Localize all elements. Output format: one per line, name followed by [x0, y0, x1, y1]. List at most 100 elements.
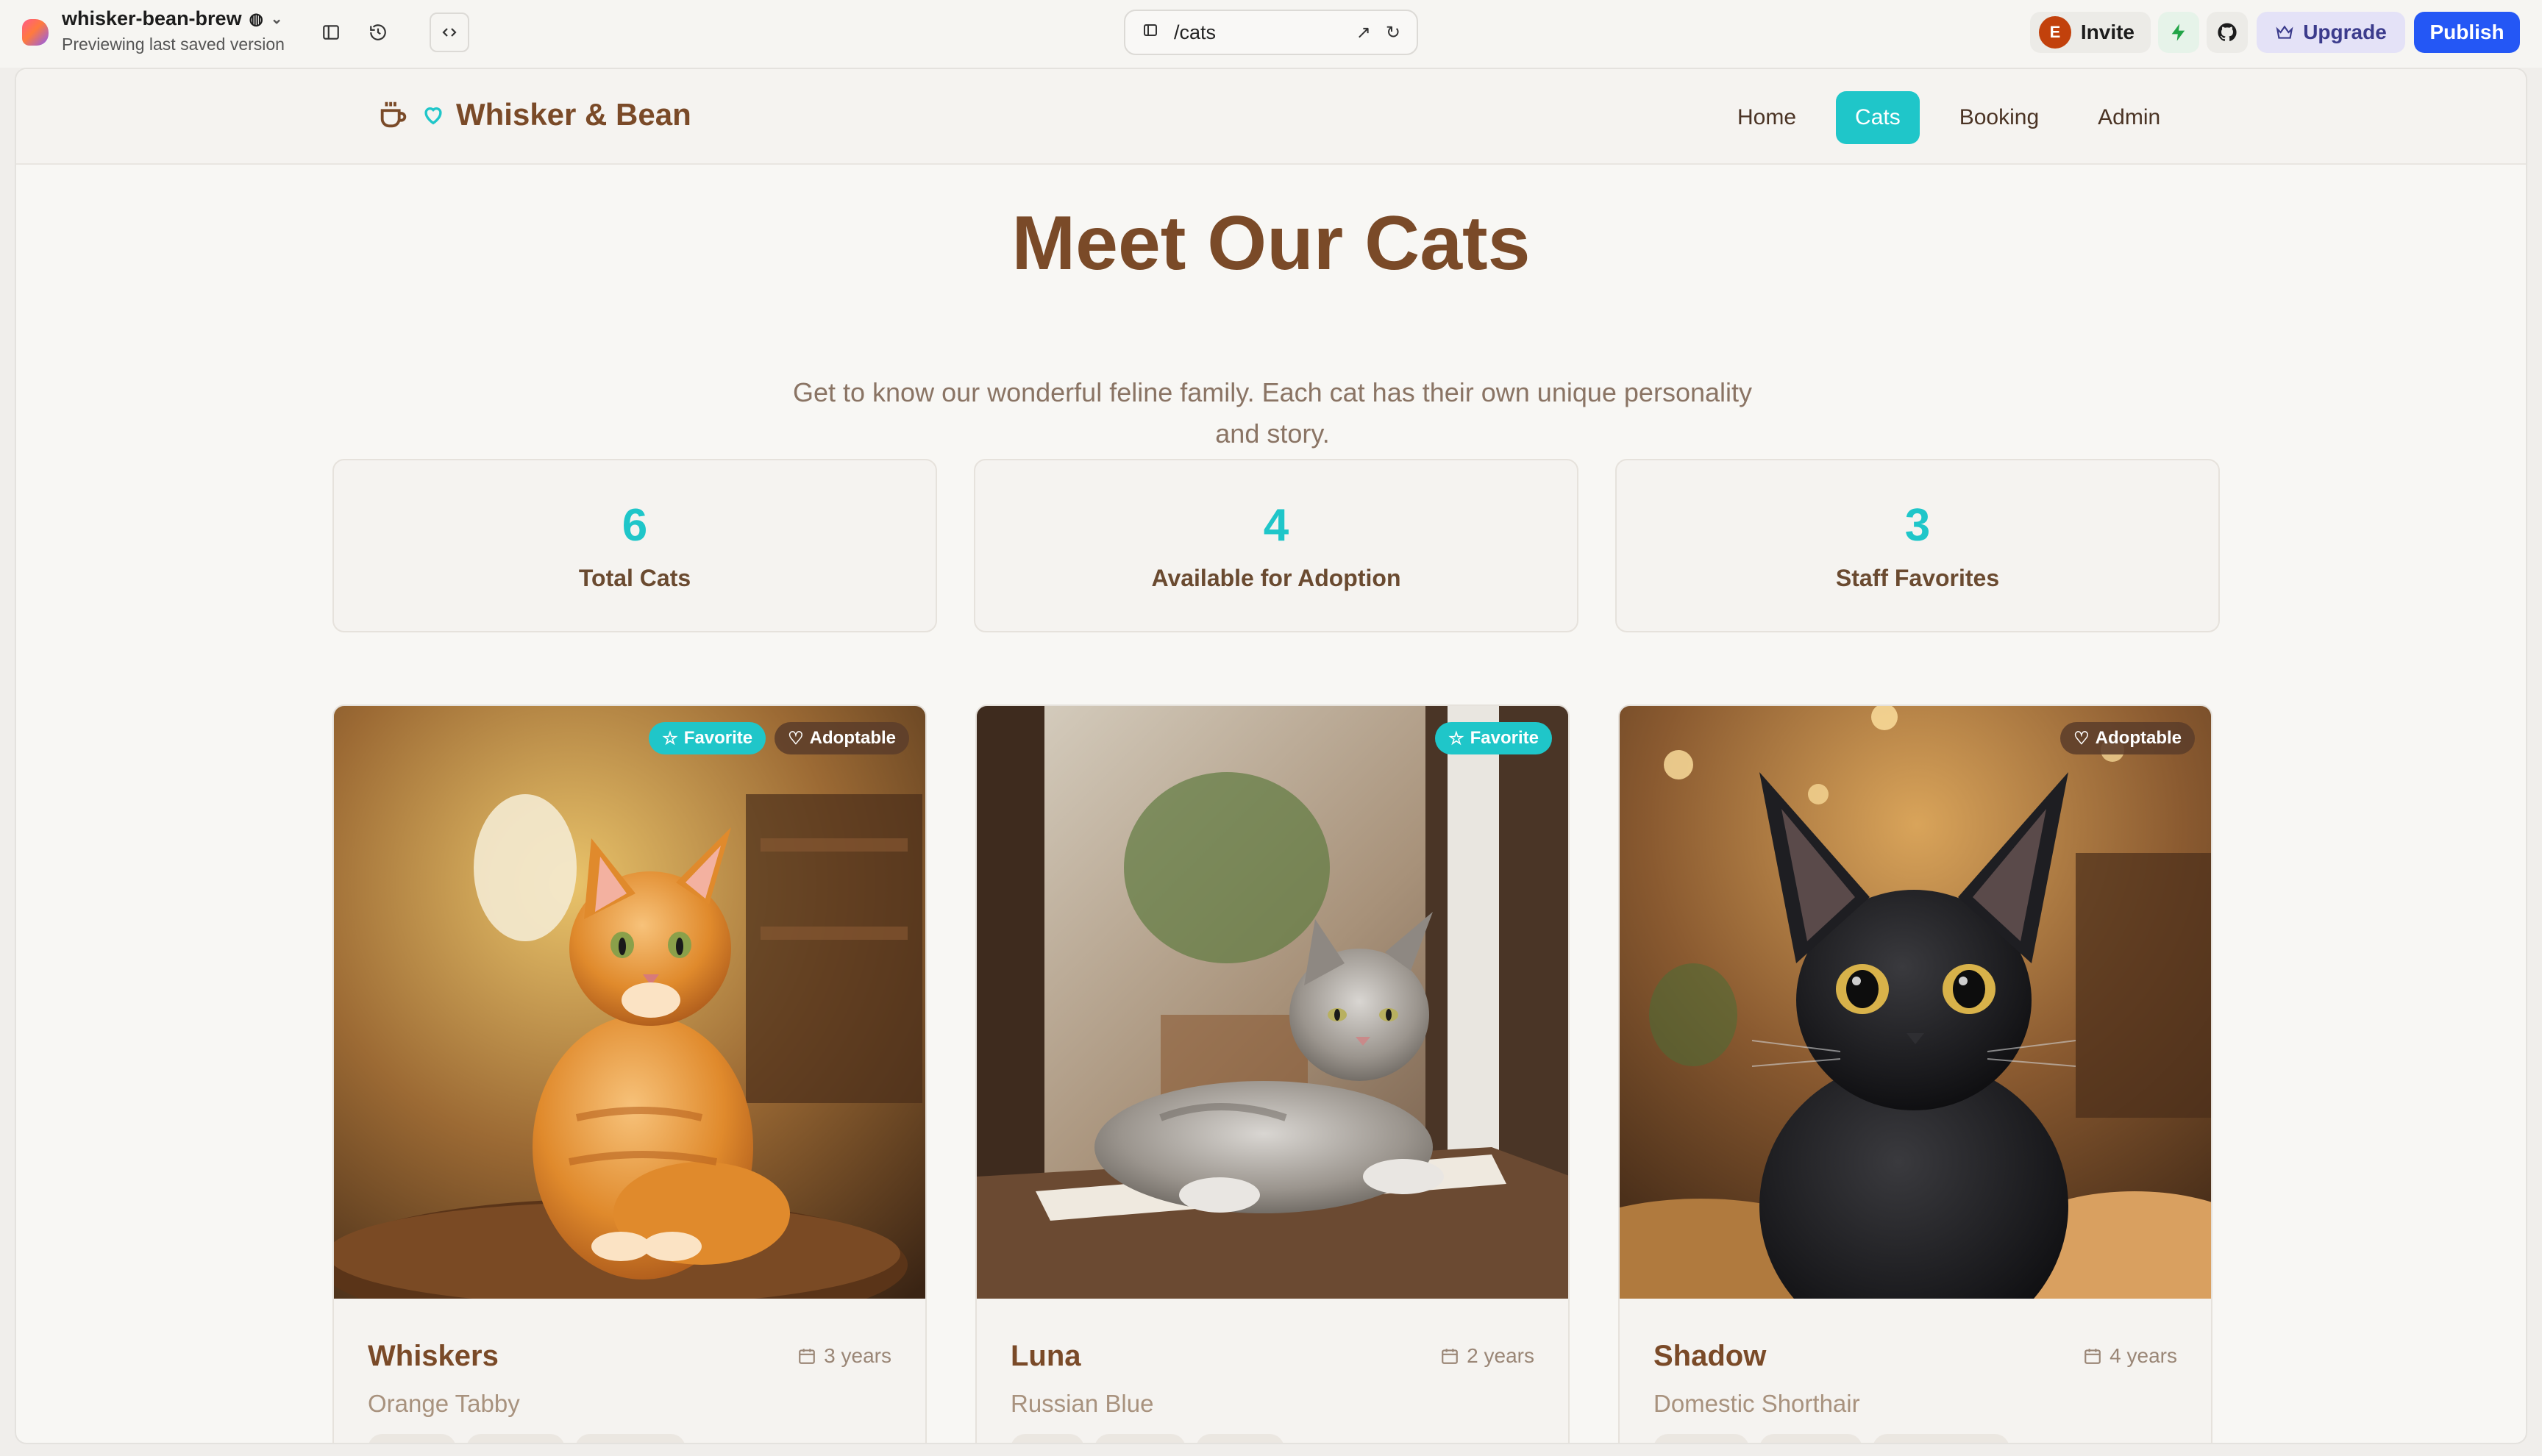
stat-label: Total Cats	[578, 565, 691, 591]
stat-value: 4	[1263, 500, 1289, 551]
favorite-badge: ☆ Favorite	[1435, 722, 1552, 754]
adoptable-badge: ♡ Adoptable	[775, 722, 909, 754]
cat-photo	[977, 706, 1568, 1299]
brand-name: Whisker & Bean	[456, 97, 691, 132]
trait-tag	[1196, 1434, 1284, 1443]
trait-tag	[466, 1434, 565, 1443]
cat-breed: Domestic Shorthair	[1653, 1390, 1860, 1417]
site-header: Whisker & Bean Home Cats Booking Admin	[16, 69, 2526, 165]
stat-card-adoptable: 4 Available for Adoption	[974, 459, 1578, 632]
star-icon: ☆	[1448, 728, 1464, 749]
lightning-icon	[2171, 24, 2185, 41]
cat-card-shadow[interactable]: ♡ Adoptable Shadow 4 years Domestic Shor…	[1618, 704, 2212, 1443]
nav-label: Admin	[2098, 105, 2161, 129]
publish-label: Publish	[2429, 21, 2504, 43]
main-nav: Home Cats Booking Admin	[1718, 91, 2200, 144]
heart-icon: ♡	[788, 728, 804, 749]
trait-tags	[1653, 1434, 2009, 1443]
history-icon[interactable]	[360, 15, 396, 50]
project-name: whisker-bean-brew	[62, 7, 242, 29]
badge-label: Favorite	[683, 728, 753, 748]
github-button[interactable]	[2207, 12, 2248, 53]
page-icon	[1142, 21, 1159, 44]
cat-age-text: 3 years	[824, 1344, 891, 1367]
cat-name: Whiskers	[368, 1340, 499, 1372]
avatar-initial: E	[2049, 23, 2061, 41]
cat-photo	[1620, 706, 2211, 1299]
cat-breed: Russian Blue	[1011, 1390, 1154, 1417]
crown-icon	[2276, 25, 2293, 39]
nav-cats[interactable]: Cats	[1836, 91, 1920, 144]
open-external-icon[interactable]: ↗	[1356, 22, 1371, 43]
heart-icon: ♡	[2073, 728, 2090, 749]
trait-tag	[1653, 1434, 1749, 1443]
publish-button[interactable]: Publish	[2414, 12, 2520, 53]
cat-card-luna[interactable]: ☆ Favorite Luna 2 years Russian Blue	[975, 704, 1570, 1443]
adoptable-badge: ♡ Adoptable	[2060, 722, 2195, 754]
trait-tag	[1873, 1434, 2009, 1443]
chevron-down-icon: ⌄	[270, 11, 283, 27]
calendar-icon	[1442, 1349, 1459, 1364]
badge-group: ♡ Adoptable	[2060, 722, 2195, 754]
nav-home[interactable]: Home	[1718, 91, 1815, 144]
trait-tag	[368, 1434, 456, 1443]
cat-name: Luna	[1011, 1340, 1081, 1372]
nav-label: Booking	[1959, 105, 2040, 129]
site-brand[interactable]: Whisker & Bean	[377, 97, 691, 132]
url-path[interactable]: /cats	[1174, 21, 1342, 44]
badge-label: Adoptable	[809, 728, 896, 748]
nav-label: Home	[1737, 105, 1797, 129]
cat-age: 3 years	[797, 1344, 891, 1368]
preview-url-bar[interactable]: /cats ↗ ↻	[1124, 10, 1418, 55]
coffee-cup-icon	[380, 101, 407, 128]
badge-group: ☆ Favorite ♡ Adoptable	[649, 722, 909, 754]
project-switcher[interactable]: whisker-bean-brew ◍ ⌄ Previewing last sa…	[62, 7, 285, 54]
trait-tag	[1759, 1434, 1862, 1443]
editor-toolbar: whisker-bean-brew ◍ ⌄ Previewing last sa…	[0, 0, 2542, 68]
cat-age: 2 years	[1440, 1344, 1534, 1368]
cat-photo	[334, 706, 925, 1299]
heart-icon	[424, 107, 442, 125]
page-subtitle: Get to know our wonderful feline family.…	[792, 377, 1753, 449]
star-icon: ☆	[662, 728, 678, 749]
calendar-icon	[2084, 1349, 2101, 1364]
preview-frame: Whisker & Bean Home Cats Booking Admin M…	[15, 68, 2527, 1444]
project-status: Previewing last saved version	[62, 35, 285, 54]
favorite-badge: ☆ Favorite	[649, 722, 766, 754]
app-logo-icon[interactable]	[22, 19, 49, 46]
invite-label: Invite	[2080, 21, 2135, 43]
sidebar-toggle-icon[interactable]	[313, 15, 349, 50]
stat-card-favorites: 3 Staff Favorites	[1615, 459, 2220, 632]
stat-card-total: 6 Total Cats	[332, 459, 937, 632]
avatar[interactable]: E	[2039, 16, 2071, 49]
badge-group: ☆ Favorite	[1435, 722, 1552, 754]
badge-label: Favorite	[1470, 728, 1539, 748]
badge-label: Adoptable	[2095, 728, 2182, 748]
code-view-icon[interactable]	[430, 13, 469, 52]
cat-card-whiskers[interactable]: ☆ Favorite ♡ Adoptable Whiskers 3 years …	[332, 704, 927, 1443]
trait-tag	[1011, 1434, 1084, 1443]
cat-age-text: 2 years	[1467, 1344, 1534, 1367]
upgrade-button[interactable]: Upgrade	[2257, 12, 2405, 53]
trait-tag	[575, 1434, 686, 1443]
calendar-icon	[799, 1349, 816, 1364]
cat-age-text: 4 years	[2110, 1344, 2177, 1367]
page-title: Meet Our Cats	[1011, 201, 1531, 286]
trait-tag	[1094, 1434, 1186, 1443]
cat-name: Shadow	[1653, 1340, 1767, 1372]
stat-value: 6	[622, 500, 648, 551]
nav-booking[interactable]: Booking	[1940, 91, 2058, 144]
upgrade-label: Upgrade	[2303, 21, 2387, 43]
cat-age: 4 years	[2083, 1344, 2177, 1368]
nav-admin[interactable]: Admin	[2079, 91, 2179, 144]
refresh-icon[interactable]: ↻	[1386, 22, 1400, 43]
bolt-button[interactable]	[2158, 12, 2199, 53]
stat-label: Available for Adoption	[1151, 565, 1401, 591]
stat-label: Staff Favorites	[1835, 565, 2000, 591]
trait-tags	[1011, 1434, 1284, 1443]
globe-icon: ◍	[249, 9, 263, 28]
cat-breed: Orange Tabby	[368, 1390, 520, 1417]
stat-value: 3	[1904, 500, 1931, 551]
trait-tags	[368, 1434, 686, 1443]
nav-label: Cats	[1855, 105, 1901, 129]
